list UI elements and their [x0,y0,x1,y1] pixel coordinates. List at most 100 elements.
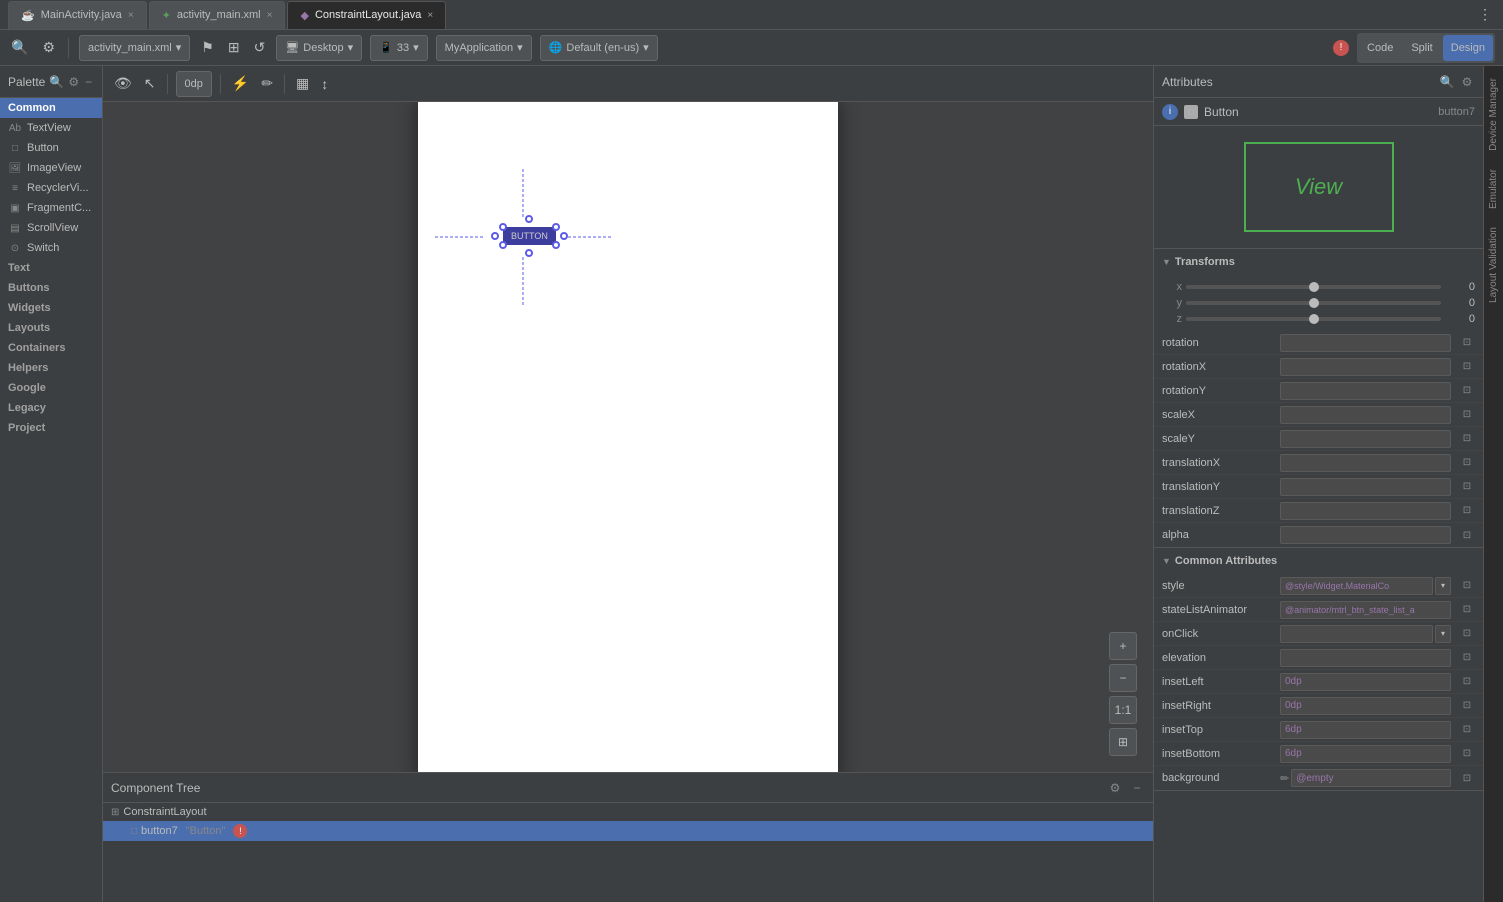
handle-tr[interactable] [552,223,560,231]
category-text[interactable]: Text [0,258,102,278]
arrow-icon[interactable]: ↕ [318,73,331,95]
attr-insetLeft-link[interactable]: ⊡ [1459,674,1475,690]
attr-alpha-link[interactable]: ⊡ [1459,527,1475,543]
palette-item-recyclerview[interactable]: ≡ RecyclerVi... [0,178,102,198]
attr-rotationX-link[interactable]: ⊡ [1459,359,1475,375]
attr-scaleX-link[interactable]: ⊡ [1459,407,1475,423]
search-icon[interactable]: 🔍 [8,36,31,59]
cursor-icon[interactable]: ↖ [141,72,159,95]
attr-stateListAnimator-link[interactable]: ⊡ [1459,602,1475,618]
zoom-in-button[interactable]: + [1109,632,1137,660]
category-widgets[interactable]: Widgets [0,298,102,318]
attr-elevation-value[interactable] [1280,649,1451,667]
title-kebab-menu[interactable]: ⋮ [1475,5,1495,25]
rot-y-slider[interactable] [1186,301,1441,305]
attr-onClick-link[interactable]: ⊡ [1459,626,1475,642]
handle-mb[interactable] [525,249,533,257]
attr-insetTop-value[interactable]: 6dp [1280,721,1451,739]
attributes-search-btn[interactable]: 🔍 [1439,74,1455,90]
attr-insetRight-link[interactable]: ⊡ [1459,698,1475,714]
attr-scaleY-link[interactable]: ⊡ [1459,431,1475,447]
locale-dropdown[interactable]: 🌐 Default (en-us) ▾ [540,35,658,61]
palette-item-switch[interactable]: ⊙ Switch [0,238,102,258]
attr-onClick-dropdown[interactable]: ▾ [1435,625,1451,643]
attr-rotationX-value[interactable] [1280,358,1451,376]
settings-icon[interactable]: ⚙ [39,36,58,59]
canvas-button-widget[interactable]: BUTTON [503,227,556,245]
design-canvas[interactable]: 📌 BUTTON [103,102,1153,772]
attr-translationZ-link[interactable]: ⊡ [1459,503,1475,519]
handle-tl[interactable] [499,223,507,231]
attr-stateListAnimator-value[interactable]: @animator/mtrl_btn_state_list_a [1280,601,1451,619]
palette-settings-btn[interactable]: ⚙ [68,74,79,90]
handle-mt[interactable] [525,215,533,223]
palette-item-fragmentc[interactable]: ▣ FragmentC... [0,198,102,218]
eye-icon[interactable]: 👁 [111,72,135,95]
palette-item-scrollview[interactable]: ▤ ScrollView [0,218,102,238]
api-dropdown[interactable]: 📱 33 ▾ [370,35,427,61]
transforms-section-header[interactable]: ▼ Transforms [1154,249,1483,275]
code-view-button[interactable]: Code [1359,35,1401,61]
tab-main-activity[interactable]: ☕ MainActivity.java × [8,1,147,29]
attr-translationZ-value[interactable] [1280,502,1451,520]
category-google[interactable]: Google [0,378,102,398]
dp-dropdown[interactable]: 0dp [176,71,212,97]
expand-button[interactable]: ⊞ [1109,728,1137,756]
category-containers[interactable]: Containers [0,338,102,358]
magnet-icon[interactable]: ⊞ [225,36,243,59]
attr-translationY-value[interactable] [1280,478,1451,496]
attr-translationX-value[interactable] [1280,454,1451,472]
category-common[interactable]: Common [0,98,102,118]
handle-br[interactable] [552,241,560,249]
desktop-dropdown[interactable]: 🖥 Desktop ▾ [276,35,362,61]
attr-style-dropdown[interactable]: ▾ [1435,577,1451,595]
category-buttons[interactable]: Buttons [0,278,102,298]
component-tree-settings[interactable]: ⚙ [1107,780,1123,796]
rot-x-slider[interactable] [1186,285,1441,289]
attr-insetBottom-link[interactable]: ⊡ [1459,746,1475,762]
attr-insetLeft-value[interactable]: 0dp [1280,673,1451,691]
category-legacy[interactable]: Legacy [0,398,102,418]
attr-rotationY-link[interactable]: ⊡ [1459,383,1475,399]
tab-constraint-layout[interactable]: ◆ ConstraintLayout.java × [287,1,446,29]
brush-icon[interactable]: ✏ [258,72,276,95]
attr-rotation-value[interactable] [1280,334,1451,352]
attr-translationY-link[interactable]: ⊡ [1459,479,1475,495]
attr-background-link[interactable]: ⊡ [1459,770,1475,786]
alert-button[interactable]: ! [1333,40,1349,56]
tree-item-button7[interactable]: □ button7 "Button" ! [103,821,1153,841]
attr-insetRight-value[interactable]: 0dp [1280,697,1451,715]
attributes-scroll-area[interactable]: View ▼ Transforms x 0 y [1154,126,1483,902]
split-view-button[interactable]: Split [1403,35,1440,61]
attr-onClick-value[interactable] [1280,625,1433,643]
palette-search-btn[interactable]: 🔍 [49,74,64,90]
zoom-level-button[interactable]: 1:1 [1109,696,1137,724]
design-view-button[interactable]: Design [1443,35,1493,61]
handle-mr[interactable] [560,232,568,240]
attr-style-value[interactable]: @style/Widget.MaterialCo [1280,577,1433,595]
file-dropdown[interactable]: activity_main.xml ▾ [79,35,190,61]
grid-icon[interactable]: ▦ [293,72,312,95]
tree-item-constraint-layout[interactable]: ⊞ ConstraintLayout [103,803,1153,821]
category-layouts[interactable]: Layouts [0,318,102,338]
common-attributes-section-header[interactable]: ▼ Common Attributes [1154,548,1483,574]
attr-alpha-value[interactable] [1280,526,1451,544]
close-tab-activity-xml[interactable]: × [267,10,273,21]
palette-collapse-btn[interactable]: − [83,74,94,90]
orient-icon[interactable]: ⚑ [198,36,217,59]
attr-background-value[interactable]: @empty [1291,769,1451,787]
close-tab-main-activity[interactable]: × [128,10,134,21]
attr-rotationY-value[interactable] [1280,382,1451,400]
attr-scaleX-value[interactable] [1280,406,1451,424]
attr-rotation-link[interactable]: ⊡ [1459,335,1475,351]
attr-info-btn[interactable]: i [1162,104,1178,120]
attr-translationX-link[interactable]: ⊡ [1459,455,1475,471]
attr-elevation-link[interactable]: ⊡ [1459,650,1475,666]
handle-ml[interactable] [491,232,499,240]
attr-insetBottom-value[interactable]: 6dp [1280,745,1451,763]
attributes-settings-btn[interactable]: ⚙ [1459,74,1475,90]
attr-scaleY-value[interactable] [1280,430,1451,448]
button-widget[interactable]: BUTTON [503,227,556,245]
rot-z-slider[interactable] [1186,317,1441,321]
tab-activity-main-xml[interactable]: ✦ activity_main.xml × [149,1,286,29]
